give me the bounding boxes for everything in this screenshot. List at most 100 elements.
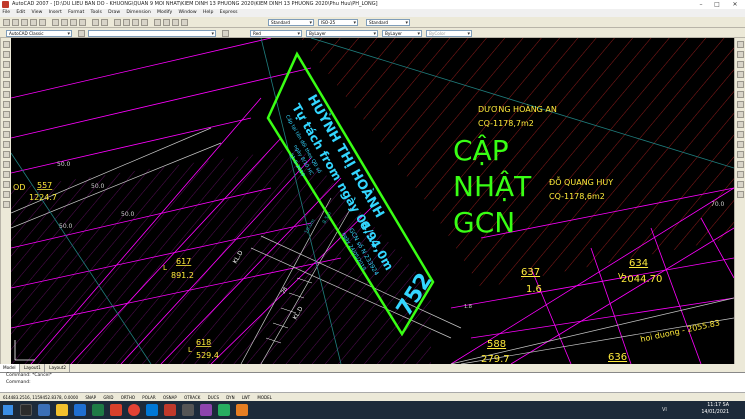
matchprop-icon[interactable] [79, 19, 86, 26]
region-icon[interactable] [3, 181, 10, 188]
chrome-icon[interactable] [128, 404, 140, 416]
insert-block-icon[interactable] [3, 141, 10, 148]
zalo-icon[interactable] [146, 404, 158, 416]
polyline-icon[interactable] [3, 61, 10, 68]
rectangle-icon[interactable] [3, 81, 10, 88]
excel-icon[interactable] [92, 404, 104, 416]
layer-previous-icon[interactable] [222, 30, 229, 37]
text-style-select[interactable]: Standard [268, 19, 314, 26]
menu-tools[interactable]: Tools [88, 10, 104, 15]
properties-icon[interactable] [154, 19, 161, 26]
scale-icon[interactable] [737, 111, 744, 118]
tab-layout2[interactable]: Layout2 [46, 364, 71, 372]
osnap-toggle[interactable]: OSNAP [160, 395, 180, 400]
ducs-toggle[interactable]: DUCS [205, 395, 222, 400]
paste-icon[interactable] [70, 19, 77, 26]
table-icon[interactable] [3, 191, 10, 198]
offset-icon[interactable] [737, 71, 744, 78]
app-icon-3[interactable] [218, 404, 230, 416]
autocad-taskbar-icon[interactable] [164, 404, 176, 416]
cut-icon[interactable] [52, 19, 59, 26]
table-style-select[interactable]: Standard [366, 19, 410, 26]
snap-toggle[interactable]: SNAP [82, 395, 99, 400]
model-toggle[interactable]: MODEL [254, 395, 274, 400]
mirror-icon[interactable] [737, 61, 744, 68]
menu-file[interactable]: File [0, 10, 12, 15]
rotate-icon[interactable] [737, 101, 744, 108]
app-icon[interactable] [182, 404, 194, 416]
task-view-icon[interactable] [38, 404, 50, 416]
open-icon[interactable] [12, 19, 19, 26]
menu-modify[interactable]: Modify [155, 10, 175, 15]
tab-layout1[interactable]: Layout1 [21, 364, 45, 372]
ortho-toggle[interactable]: ORTHO [118, 395, 138, 400]
mtext-icon[interactable] [3, 201, 10, 208]
zoom-realtime-icon[interactable] [123, 19, 130, 26]
linetype-select[interactable]: ByLayer [306, 30, 378, 37]
fillet-icon[interactable] [737, 181, 744, 188]
powerpoint-icon[interactable] [110, 404, 122, 416]
menu-dimension[interactable]: Dimension [124, 10, 153, 15]
start-icon[interactable] [3, 405, 13, 415]
word-icon[interactable] [74, 404, 86, 416]
save-icon[interactable] [21, 19, 28, 26]
make-block-icon[interactable] [3, 151, 10, 158]
minimize-button[interactable]: – [694, 0, 708, 9]
dyn-toggle[interactable]: DYN [223, 395, 237, 400]
lwt-toggle[interactable]: LWT [239, 395, 253, 400]
design-center-icon[interactable] [163, 19, 170, 26]
maximize-button[interactable]: □ [710, 0, 724, 9]
workspace-select[interactable]: AutoCAD Classic [6, 30, 72, 37]
arc-icon[interactable] [3, 91, 10, 98]
extend-icon[interactable] [737, 141, 744, 148]
grid-toggle[interactable]: GRID [100, 395, 116, 400]
drawing-svg[interactable]: HUỲNH THỊ HOÀNH Tự tách from ngày 04/...… [11, 38, 734, 364]
break-icon[interactable] [737, 151, 744, 158]
tab-model[interactable]: Model [0, 364, 20, 372]
construction-line-icon[interactable] [3, 51, 10, 58]
move-icon[interactable] [737, 91, 744, 98]
pan-icon[interactable] [114, 19, 121, 26]
command-prompt[interactable]: Command: [6, 380, 745, 387]
point-icon[interactable] [3, 161, 10, 168]
menu-format[interactable]: Format [66, 10, 87, 15]
new-icon[interactable] [3, 19, 10, 26]
circle-icon[interactable] [3, 101, 10, 108]
spline-icon[interactable] [3, 121, 10, 128]
system-clock[interactable]: 11:17 SA 14/01/2021 [701, 403, 729, 416]
hatch-icon[interactable] [3, 171, 10, 178]
polar-toggle[interactable]: POLAR [139, 395, 158, 400]
close-button[interactable]: ✕ [728, 0, 742, 9]
zoom-previous-icon[interactable] [141, 19, 148, 26]
redo-icon[interactable] [101, 19, 108, 26]
layer-manager-icon[interactable] [78, 30, 85, 37]
zoom-window-icon[interactable] [132, 19, 139, 26]
help-icon[interactable] [181, 19, 188, 26]
preview-icon[interactable] [39, 19, 46, 26]
color-select[interactable]: Red [250, 30, 302, 37]
otrack-toggle[interactable]: OTRACK [181, 395, 203, 400]
command-window[interactable]: Command: *Cancel* Command: [0, 372, 745, 392]
join-icon[interactable] [737, 161, 744, 168]
menu-help[interactable]: Help [201, 10, 216, 15]
print-icon[interactable] [30, 19, 37, 26]
drawing-canvas[interactable]: HUỲNH THỊ HOÀNH Tự tách from ngày 04/...… [11, 38, 734, 364]
line-icon[interactable] [3, 41, 10, 48]
copy-object-icon[interactable] [737, 51, 744, 58]
menu-insert[interactable]: Insert [46, 10, 64, 15]
erase-icon[interactable] [737, 41, 744, 48]
revcloud-icon[interactable] [3, 111, 10, 118]
menu-view[interactable]: View [29, 10, 45, 15]
lineweight-select[interactable]: ByLayer [382, 30, 422, 37]
search-icon[interactable] [20, 404, 32, 416]
menu-edit[interactable]: Edit [14, 10, 28, 15]
menu-express[interactable]: Express [217, 10, 240, 15]
dim-style-select[interactable]: ISO-25 [318, 19, 358, 26]
explode-icon[interactable] [737, 191, 744, 198]
array-icon[interactable] [737, 81, 744, 88]
polygon-icon[interactable] [3, 71, 10, 78]
copy-icon[interactable] [61, 19, 68, 26]
ellipse-icon[interactable] [3, 131, 10, 138]
layer-select[interactable] [88, 30, 216, 37]
file-explorer-icon[interactable] [56, 404, 68, 416]
